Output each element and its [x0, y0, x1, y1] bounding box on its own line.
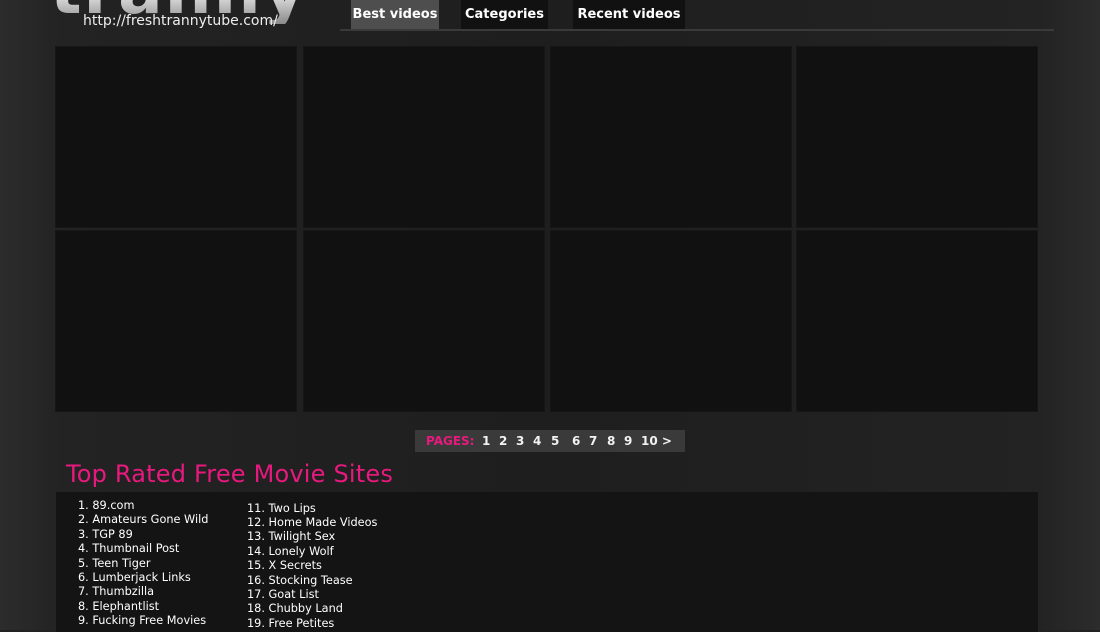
page-link-4[interactable]: 4: [533, 430, 541, 452]
video-thumbnail[interactable]: [797, 47, 1037, 227]
tab-best-videos[interactable]: Best videos: [351, 0, 439, 30]
site-link[interactable]: 11. Two Lips: [247, 502, 316, 515]
top-rated-title: Top Rated Free Movie Sites: [66, 460, 394, 488]
video-thumbnail[interactable]: [551, 47, 791, 227]
nav-divider: [340, 29, 1054, 31]
site-link[interactable]: 6. Lumberjack Links: [78, 571, 191, 584]
site-link[interactable]: 16. Stocking Tease: [247, 574, 353, 587]
site-link[interactable]: 15. X Secrets: [247, 559, 322, 572]
site-url: http://freshtrannytube.com/: [83, 13, 278, 29]
page-link-8[interactable]: 8: [607, 430, 615, 452]
video-thumbnail[interactable]: [56, 231, 296, 411]
page-link-next[interactable]: 10 >: [641, 430, 672, 452]
site-link[interactable]: 19. Free Petites: [247, 617, 334, 630]
site-link[interactable]: 1. 89.com: [78, 499, 134, 512]
site-link[interactable]: 8. Elephantlist: [78, 600, 159, 613]
video-thumbnail[interactable]: [56, 47, 296, 227]
page-link-7[interactable]: 7: [589, 430, 597, 452]
site-link[interactable]: 13. Twilight Sex: [247, 530, 335, 543]
pages-label: PAGES:: [426, 434, 475, 448]
page-link-3[interactable]: 3: [516, 430, 524, 452]
page-link-5[interactable]: 5: [551, 430, 559, 452]
page-link-9[interactable]: 9: [624, 430, 632, 452]
site-link[interactable]: 2. Amateurs Gone Wild: [78, 513, 208, 526]
video-thumbnail[interactable]: [797, 231, 1037, 411]
site-link[interactable]: 3. TGP 89: [78, 528, 133, 541]
site-link[interactable]: 4. Thumbnail Post: [78, 542, 179, 555]
site-link[interactable]: 18. Chubby Land: [247, 602, 343, 615]
video-thumbnail[interactable]: [304, 231, 544, 411]
video-thumbnail[interactable]: [551, 231, 791, 411]
site-link[interactable]: 12. Home Made Videos: [247, 516, 377, 529]
page-link-1[interactable]: 1: [482, 430, 490, 452]
tab-categories[interactable]: Categories: [461, 0, 548, 30]
site-link[interactable]: 5. Teen Tiger: [78, 557, 150, 570]
top-rated-list: 1. 89.com 2. Amateurs Gone Wild 3. TGP 8…: [56, 492, 1038, 632]
site-link[interactable]: 17. Goat List: [247, 588, 319, 601]
tab-recent-videos[interactable]: Recent videos: [573, 0, 685, 30]
video-thumbnail[interactable]: [304, 47, 544, 227]
site-link[interactable]: 7. Thumbzilla: [78, 585, 154, 598]
site-link[interactable]: 14. Lonely Wolf: [247, 545, 334, 558]
page-link-2[interactable]: 2: [499, 430, 507, 452]
pagination: PAGES: 1 2 3 4 5 6 7 8 9 10 >: [415, 430, 685, 452]
page-link-6[interactable]: 6: [572, 430, 580, 452]
site-link[interactable]: 9. Fucking Free Movies: [78, 614, 206, 627]
